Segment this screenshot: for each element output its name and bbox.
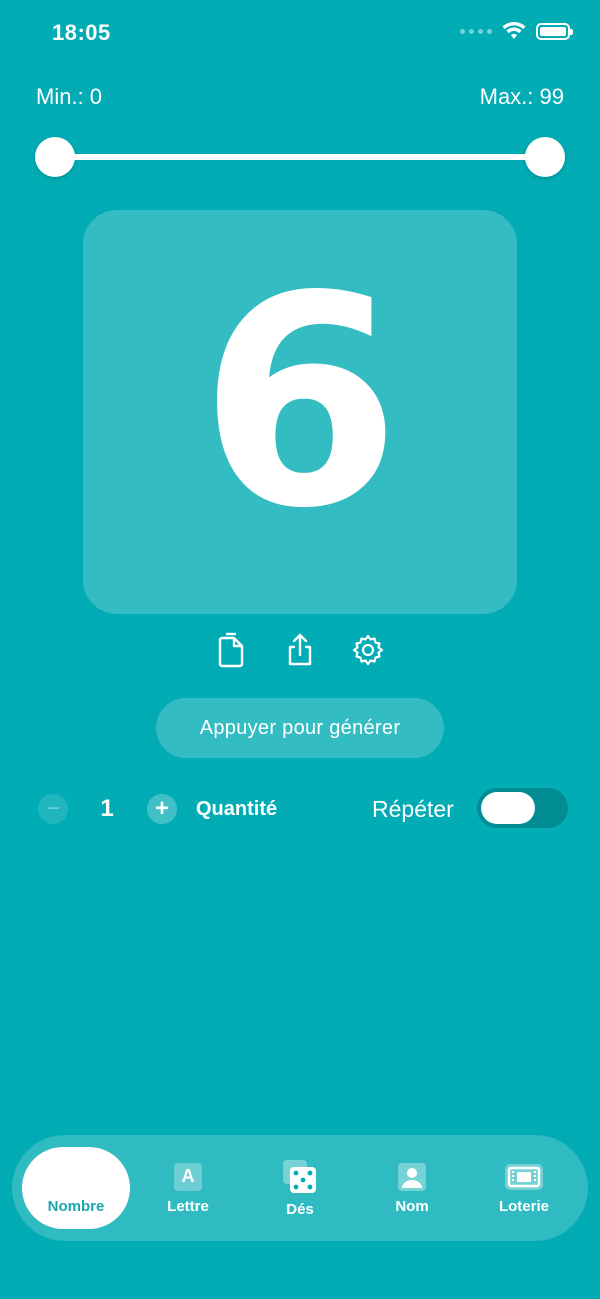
tab-label: Lettre <box>167 1197 209 1215</box>
generate-button[interactable]: Appuyer pour générer <box>156 698 444 758</box>
status-time: 18:05 <box>52 20 111 45</box>
battery-icon <box>536 22 573 40</box>
range-slider-min-handle[interactable] <box>35 137 75 177</box>
dice-icon <box>283 1159 316 1193</box>
range-slider-track[interactable] <box>56 154 546 160</box>
tab-lettre[interactable]: A Lettre <box>134 1147 242 1229</box>
gear-icon[interactable] <box>348 630 388 670</box>
max-label: Max.: 99 <box>479 84 564 109</box>
share-icon[interactable] <box>280 630 320 670</box>
quantity-label: Quantité <box>196 798 278 820</box>
repeat-label: Répéter <box>372 796 454 822</box>
tab-label: Nombre <box>47 1197 105 1215</box>
range-slider-max-handle[interactable] <box>525 137 565 177</box>
repeat-toggle-knob <box>481 792 535 824</box>
signal-dots-icon <box>460 28 492 34</box>
number-icon: 7 <box>62 1162 90 1191</box>
repeat-toggle[interactable] <box>477 788 568 828</box>
result-number: 6 <box>199 235 401 572</box>
tab-nombre[interactable]: 7 Nombre <box>22 1147 130 1229</box>
quantity-decrement-button[interactable]: − <box>38 794 68 824</box>
quantity-value: 1 <box>100 795 114 822</box>
copy-icon[interactable] <box>212 630 252 670</box>
ticket-icon <box>505 1163 543 1190</box>
wifi-icon <box>502 22 526 39</box>
status-icons <box>460 22 573 40</box>
tab-loterie[interactable]: Loterie <box>470 1147 578 1229</box>
tab-label: Nom <box>395 1197 429 1215</box>
person-icon <box>398 1162 426 1191</box>
result-card[interactable]: 6 <box>83 210 517 614</box>
tab-bar: 7 Nombre A Lettre Dés Nom Loterie <box>12 1135 588 1241</box>
tab-label: Dés <box>286 1200 314 1218</box>
letter-icon: A <box>174 1162 202 1191</box>
tab-nom[interactable]: Nom <box>358 1147 466 1229</box>
min-label: Min.: 0 <box>36 84 103 109</box>
tab-label: Loterie <box>498 1197 549 1215</box>
tab-des[interactable]: Dés <box>246 1147 354 1229</box>
quantity-increment-button[interactable]: + <box>147 794 177 824</box>
